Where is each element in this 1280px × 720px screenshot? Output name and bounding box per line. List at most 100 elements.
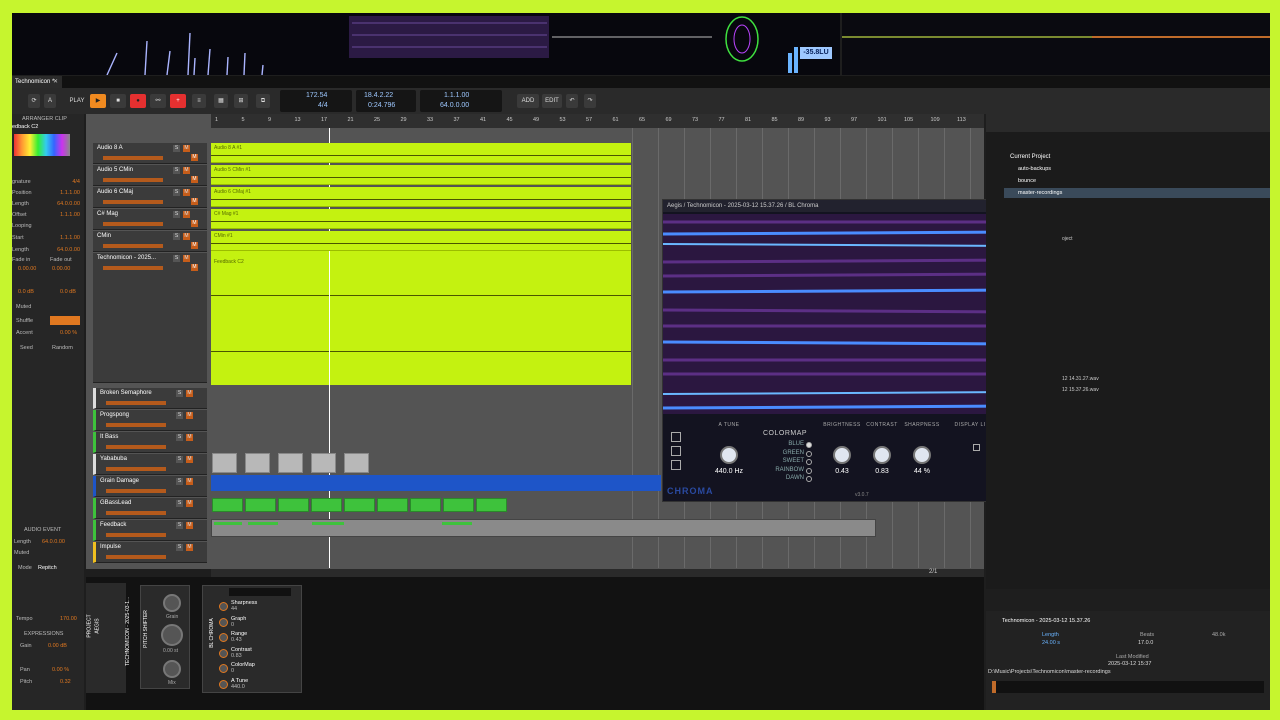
gbass-clip[interactable] xyxy=(443,498,474,512)
audio-clip[interactable]: Audio 6 CMaj #1 xyxy=(211,187,631,207)
automation-write-button[interactable]: + xyxy=(170,94,186,108)
mute-button[interactable]: M xyxy=(186,500,193,507)
parameter-knob[interactable] xyxy=(219,664,228,673)
pitch-knob[interactable] xyxy=(161,624,183,646)
play-button[interactable]: ▶ xyxy=(90,94,106,108)
folder-bounce[interactable]: bounce xyxy=(1018,178,1036,184)
track-header[interactable]: CMin S M M xyxy=(93,231,207,252)
mute-button[interactable]: M xyxy=(183,189,190,196)
yababuba-clip[interactable] xyxy=(311,453,336,473)
inspector-row-value[interactable]: 4/4 xyxy=(72,179,80,185)
monitor-button[interactable]: M xyxy=(191,154,198,161)
volume-fader[interactable] xyxy=(106,401,166,405)
colormap-radio[interactable] xyxy=(806,459,812,465)
colormap-radio[interactable] xyxy=(806,442,812,448)
solo-button[interactable]: S xyxy=(176,434,183,441)
track-header[interactable]: Impulse S M xyxy=(93,542,207,563)
metronome-icon[interactable]: ≡ xyxy=(192,94,206,108)
solo-button[interactable]: S xyxy=(176,500,183,507)
monitor-button[interactable]: M xyxy=(191,220,198,227)
add-button[interactable]: ADD xyxy=(517,94,539,108)
gbass-clip[interactable] xyxy=(245,498,276,512)
device-parameter[interactable]: Contrast 0.83 xyxy=(231,647,252,659)
track-header[interactable]: Grain Damage S M xyxy=(93,476,207,497)
track-header[interactable]: C# Mag S M M xyxy=(93,209,207,230)
gbass-clip[interactable] xyxy=(344,498,375,512)
audio-clip[interactable]: C# Mag #1 xyxy=(211,209,631,229)
transport-a-icon[interactable]: A xyxy=(44,94,56,108)
track-header[interactable]: Audio 8 ASMM xyxy=(93,143,207,164)
volume-fader[interactable] xyxy=(106,511,166,515)
fade-in-db[interactable]: 0.0 dB xyxy=(18,289,48,295)
volume-fader[interactable] xyxy=(103,156,163,160)
tempo-display[interactable]: 172.54 4/4 xyxy=(280,90,352,112)
mute-button[interactable]: M xyxy=(186,412,193,419)
mix-knob[interactable] xyxy=(163,660,181,678)
inspector-row-value[interactable]: 1.1.1.00 xyxy=(60,235,80,241)
close-icon[interactable]: ✕ xyxy=(53,78,58,85)
mute-button[interactable]: M xyxy=(186,522,193,529)
yababuba-clip[interactable] xyxy=(245,453,270,473)
add-icon[interactable]: ⊞ xyxy=(234,94,248,108)
timeline-ruler[interactable]: 1 5 9 13 17 21 25 29 33 37 41 45 49 53 57 61 65 69 73 77 81 8… xyxy=(211,114,984,128)
mute-button[interactable]: M xyxy=(186,434,193,441)
parameter-knob[interactable] xyxy=(219,633,228,642)
monitor-button[interactable]: M xyxy=(191,198,198,205)
colormap-radio[interactable] xyxy=(806,476,812,482)
inspector-row-value[interactable]: 1.1.1.00 xyxy=(60,212,80,218)
gbass-clip[interactable] xyxy=(311,498,342,512)
solo-button[interactable]: S xyxy=(173,255,180,262)
loop-range-display[interactable]: 1.1.1.00 64.0.0.00 xyxy=(420,90,502,112)
audio-clip[interactable]: Audio 8 A #1 xyxy=(211,143,631,163)
mute-button[interactable]: M xyxy=(183,233,190,240)
selected-folder-row[interactable]: master-recordings xyxy=(1004,188,1270,198)
grain-knob[interactable] xyxy=(163,594,181,612)
chain-technomicon[interactable]: TECHNOMICON - 2025-03-1... xyxy=(125,586,131,666)
track-header[interactable]: It Bass S M xyxy=(93,432,207,453)
feedback-midi-clip[interactable] xyxy=(211,519,876,537)
brightness-knob[interactable] xyxy=(833,446,851,464)
stop-button[interactable]: ■ xyxy=(110,94,126,108)
gbass-clip[interactable] xyxy=(212,498,243,512)
gbass-clip[interactable] xyxy=(278,498,309,512)
volume-fader[interactable] xyxy=(106,467,166,471)
display-lines-checkbox[interactable] xyxy=(973,444,980,451)
mute-button[interactable]: M xyxy=(183,167,190,174)
monitor-button[interactable]: M xyxy=(191,242,198,249)
solo-button[interactable]: S xyxy=(176,544,183,551)
gbass-clip[interactable] xyxy=(377,498,408,512)
device-parameter[interactable]: Sharpness 44 xyxy=(231,600,257,612)
yababuba-clip[interactable] xyxy=(278,453,303,473)
monitor-button[interactable]: M xyxy=(191,176,198,183)
inspector-row-value[interactable]: 64.0.0.00 xyxy=(57,247,80,253)
solo-button[interactable]: S xyxy=(173,145,180,152)
yababuba-clip[interactable] xyxy=(344,453,369,473)
parameter-knob[interactable] xyxy=(219,617,228,627)
parameter-knob[interactable] xyxy=(219,679,228,689)
shuffle-toggle[interactable] xyxy=(50,316,80,325)
accent-value[interactable]: 0.00 % xyxy=(60,330,82,336)
parameter-knob[interactable] xyxy=(219,648,228,658)
volume-fader[interactable] xyxy=(106,555,166,559)
solo-button[interactable]: S xyxy=(176,522,183,529)
feedback-clip[interactable]: Feedback C2 xyxy=(211,251,631,385)
solo-button[interactable]: S xyxy=(173,211,180,218)
undo-icon[interactable]: ↶ xyxy=(566,94,578,108)
colormap-radio[interactable] xyxy=(806,450,812,457)
track-header[interactable]: Yababuba S M xyxy=(93,454,207,475)
folder-auto-backups[interactable]: auto-backups xyxy=(1018,166,1051,172)
track-header[interactable]: Technomicon - 2025... S M M xyxy=(93,253,207,383)
device-parameter[interactable]: ColorMap 0 xyxy=(231,662,255,674)
position-display[interactable]: 18.4.2.22 0:24.796 xyxy=(356,90,416,112)
inspector-row-value[interactable]: 64.0.0.00 xyxy=(57,201,80,207)
volume-fader[interactable] xyxy=(103,200,163,204)
volume-fader[interactable] xyxy=(106,445,166,449)
redo-icon[interactable]: ↷ xyxy=(584,94,596,108)
solo-button[interactable]: S xyxy=(173,167,180,174)
track-header[interactable]: GBassLead S M xyxy=(93,498,207,519)
track-header[interactable]: Progspong S M xyxy=(93,410,207,431)
a-tune-knob[interactable] xyxy=(720,446,738,464)
current-project-folder[interactable]: Current Project xyxy=(1010,154,1050,160)
view-toggle-3[interactable] xyxy=(671,460,681,470)
mute-button[interactable]: M xyxy=(183,255,190,262)
